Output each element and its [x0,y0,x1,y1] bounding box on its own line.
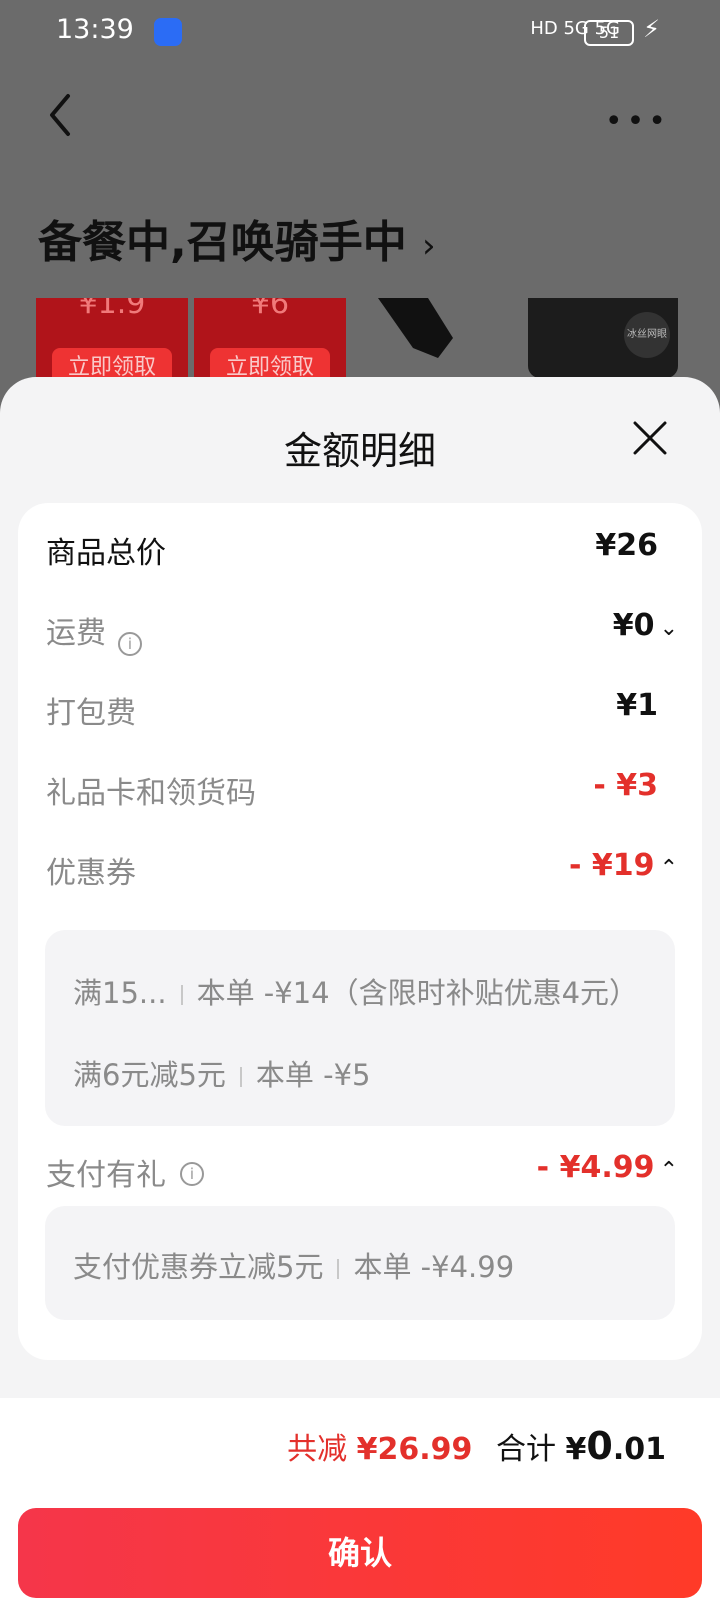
coupon-name: 满6元减5元 [73,1058,226,1092]
claim-button[interactable]: 立即领取 [210,348,330,378]
total-decimal: .01 [612,1432,666,1467]
product-thumbnail[interactable] [358,298,508,378]
sheet-title: 金额明细 [283,429,436,473]
divider [180,985,183,1005]
packing-fee-label: 打包费 [46,696,136,731]
gift-card-value: - ¥3 [593,768,658,803]
promo-card[interactable]: ¥1.9 立即领取 [36,298,188,378]
pay-gift-value: - ¥4.99 [536,1150,655,1185]
promo-price: ¥1.9 [78,298,146,321]
shipping-value-toggle[interactable]: ¥0 ⌄ [613,608,678,643]
total-currency: ¥ [565,1432,587,1467]
coupon-detail-item: 满15... 本单 -¥14（含限时补贴优惠4元） [73,970,638,1012]
total-label: 合计 [495,1432,556,1467]
product-thumbnail[interactable]: 冰丝网眼 [528,298,678,378]
total-integer: 0 [586,1424,613,1468]
claim-button[interactable]: 立即领取 [52,348,172,378]
shipping-label: 运费 [46,616,106,651]
shipping-value: ¥0 [612,608,655,643]
coupon-amount: 本单 -¥14（含限时补贴优惠4元） [196,976,639,1010]
back-icon[interactable] [46,92,74,138]
coupon-name: 满15... [73,976,167,1010]
packing-fee-value: ¥1 [616,688,658,723]
chevron-up-icon: ⌃ [659,1158,678,1183]
pay-gift-label: 支付有礼 [46,1158,166,1193]
pay-gift-detail-item: 支付优惠券立减5元 本单 -¥4.99 [73,1244,514,1286]
promo-card[interactable]: ¥6 立即领取 [194,298,346,378]
pay-gift-value-toggle[interactable]: - ¥4.99 ⌃ [537,1150,678,1185]
coupon-details: 满15... 本单 -¥14（含限时补贴优惠4元） 满6元减5元 本单 -¥5 [45,930,675,1126]
total-summary: 共减 ¥26.99 合计 ¥0.01 [287,1424,666,1468]
chevron-down-icon: ⌄ [659,616,678,641]
close-icon[interactable] [632,420,668,456]
coupon-label: 优惠券 [46,856,136,891]
pay-gift-details: 支付优惠券立减5元 本单 -¥4.99 [45,1206,675,1320]
promo-price: ¥6 [250,298,290,321]
confirm-button[interactable]: 确认 [18,1508,702,1598]
chevron-right-icon: › [422,226,436,266]
coupon-value: - ¥19 [568,848,655,883]
pay-gift-amount: 本单 -¥4.99 [353,1250,515,1284]
status-time: 13:39 [56,14,134,45]
chevron-up-icon: ⌃ [659,856,678,881]
goods-total-label: 商品总价 [46,536,166,571]
more-icon[interactable]: ••• [605,104,670,139]
coupon-detail-item: 满6元减5元 本单 -¥5 [73,1052,371,1094]
app-notification-icon [154,18,182,46]
discount-label: 共减 [287,1432,348,1467]
product-badge: 冰丝网眼 [624,312,670,358]
charging-icon: ⚡ [643,15,660,43]
gift-card-label: 礼品卡和领货码 [46,776,256,811]
info-icon[interactable]: i [180,1162,204,1186]
product-image [378,298,453,358]
divider [337,1259,340,1279]
order-status-text: 备餐中,召唤骑手中 [38,217,407,268]
promo-strip: ¥1.9 立即领取 ¥6 立即领取 冰丝网眼 [36,298,684,378]
coupon-amount: 本单 -¥5 [255,1058,371,1092]
goods-total-value: ¥26 [595,528,658,563]
info-icon[interactable]: i [118,632,142,656]
battery-icon: 51 [584,20,634,46]
order-status[interactable]: 备餐中,召唤骑手中 › [38,206,436,270]
pay-gift-name: 支付优惠券立减5元 [73,1250,324,1284]
coupon-value-toggle[interactable]: - ¥19 ⌃ [569,848,678,883]
discount-value: ¥26.99 [356,1432,473,1467]
divider [239,1067,242,1087]
status-bar: 13:39 HD 5G 5G 51 ⚡ [0,0,720,70]
